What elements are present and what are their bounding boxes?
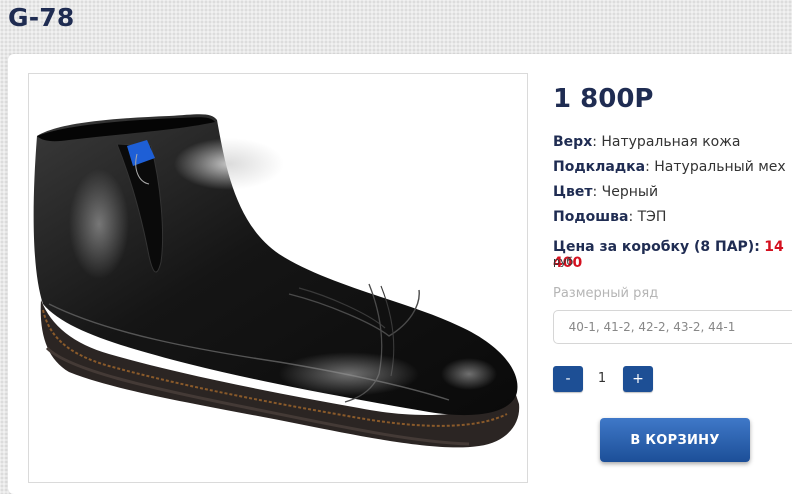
- product-price: 1 800Р: [553, 84, 654, 114]
- box-price-label: Цена за коробку (8 ПАР):: [553, 239, 760, 255]
- spec-key: Подошва: [553, 209, 629, 225]
- spec-value: : Черный: [592, 184, 659, 200]
- spec-key: Верх: [553, 134, 593, 150]
- add-to-cart-button[interactable]: В КОРЗИНУ: [600, 418, 750, 462]
- size-range-select[interactable]: 40-1, 41-2, 42-2, 43-2, 44-1: [553, 310, 792, 344]
- size-range-label: Размерный ряд: [553, 286, 659, 301]
- quantity-increase-button[interactable]: +: [623, 366, 653, 392]
- product-photo[interactable]: [28, 73, 528, 483]
- spec-row-upper: Верх: Натуральная кожа: [553, 134, 786, 159]
- spec-row-sole: Подошва: ТЭП: [553, 209, 786, 234]
- quantity-decrease-button[interactable]: -: [553, 366, 583, 392]
- product-title: G-78: [8, 3, 75, 32]
- spec-key: Подкладка: [553, 159, 646, 175]
- spec-value: : Натуральный мех: [645, 159, 786, 175]
- box-price: Цена за коробку (8 ПАР): 14 400: [553, 239, 792, 271]
- box-price-unit: руб: [553, 255, 574, 268]
- boot-image: [33, 114, 520, 448]
- spec-key: Цвет: [553, 184, 593, 200]
- spec-value: : Натуральная кожа: [592, 134, 741, 150]
- spec-row-color: Цвет: Черный: [553, 184, 786, 209]
- quantity-value[interactable]: 1: [586, 366, 618, 392]
- spec-value: : ТЭП: [628, 209, 667, 225]
- spec-list: Верх: Натуральная кожа Подкладка: Натура…: [553, 134, 786, 234]
- spec-row-lining: Подкладка: Натуральный мех: [553, 159, 786, 184]
